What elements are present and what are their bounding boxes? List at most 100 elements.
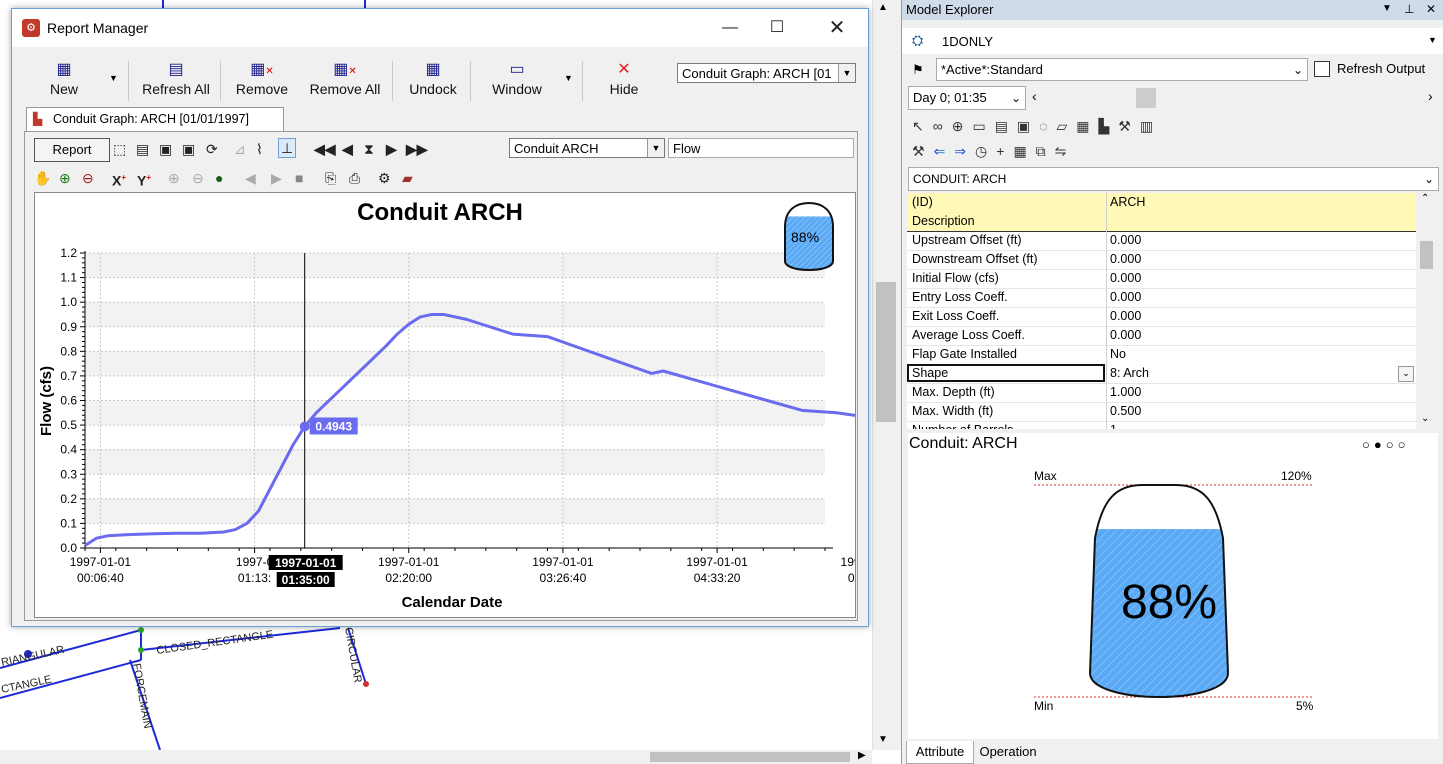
- maximize-button[interactable]: ☐: [754, 15, 800, 41]
- scroll-thumb[interactable]: [876, 282, 896, 422]
- new-button[interactable]: ▦ New: [42, 59, 86, 103]
- property-row[interactable]: Description: [907, 212, 1416, 232]
- chevron-down-icon[interactable]: ⌄: [1398, 366, 1414, 382]
- report-manager-window[interactable]: ⚙ Report Manager — ☐ ✕ ▦ New ▼ ▤ Refresh…: [11, 8, 965, 627]
- report-title-bar[interactable]: ⚙ Report Manager — ☐ ✕: [12, 9, 868, 47]
- hourglass-icon[interactable]: ⧗: [364, 140, 374, 158]
- property-row[interactable]: Downstream Offset (ft) 0.000: [907, 250, 1416, 270]
- property-value[interactable]: 0.500: [1110, 402, 1141, 420]
- previous-step-icon[interactable]: ◀: [342, 140, 353, 158]
- remove-all-button[interactable]: ▦✕ Remove All: [305, 59, 385, 103]
- zoom-in-icon[interactable]: ⊕: [59, 169, 71, 187]
- link-icon[interactable]: ∞: [933, 118, 952, 134]
- model-selector[interactable]: ⛭ 1DONLY ▼: [902, 28, 1443, 54]
- grid-icon[interactable]: ▦: [1013, 143, 1035, 159]
- property-row[interactable]: Number of Barrels 1: [907, 421, 1416, 429]
- property-row[interactable]: Entry Loss Coeff. 0.000: [907, 288, 1416, 308]
- open-folder-icon[interactable]: ▭: [972, 118, 994, 134]
- property-row[interactable]: Flap Gate Installed No: [907, 345, 1416, 365]
- property-row[interactable]: Average Loss Coeff. 0.000: [907, 326, 1416, 346]
- property-value[interactable]: 1.000: [1110, 383, 1141, 401]
- explorer-toolbar-1[interactable]: ↖∞⊕▭▤▣◌▱▦▙⚒▥: [912, 118, 1162, 135]
- x-axis-icon[interactable]: X+: [112, 169, 126, 190]
- tab-operation[interactable]: Operation: [974, 741, 1042, 763]
- scroll-thumb[interactable]: [650, 752, 850, 762]
- explorer-toolbar-2[interactable]: ⚒⇐⇒◷+▦⧉⇋: [912, 143, 1075, 160]
- zoom-out-icon[interactable]: ⊖: [82, 169, 94, 187]
- book-icon[interactable]: ▰: [402, 169, 413, 187]
- object-select[interactable]: Conduit ARCH ▼: [509, 138, 665, 158]
- time-slider-thumb[interactable]: [1136, 88, 1156, 108]
- scroll-down-icon[interactable]: ▼: [878, 734, 888, 745]
- property-value[interactable]: 0.000: [1110, 288, 1141, 306]
- property-value[interactable]: 0.000: [1110, 269, 1141, 287]
- hide-button[interactable]: ✕ Hide: [598, 59, 650, 103]
- statistics-icon[interactable]: ⌇: [256, 140, 263, 158]
- model-explorer-title-bar[interactable]: Model Explorer ▼ ⊥ ✕: [902, 0, 1443, 20]
- report-select[interactable]: Conduit Graph: ARCH [01 ▼: [677, 63, 856, 83]
- scroll-thumb[interactable]: [1420, 241, 1433, 269]
- add-id-icon[interactable]: +: [996, 143, 1013, 159]
- time-slider[interactable]: [1048, 88, 1420, 108]
- zoom-in-disabled-icon[interactable]: ⊕: [168, 169, 180, 187]
- tools-icon[interactable]: ⚒: [1118, 118, 1140, 134]
- map-node[interactable]: [138, 627, 144, 633]
- save-icon[interactable]: ▣: [1017, 118, 1039, 134]
- scroll-up-icon[interactable]: ⌃: [1421, 193, 1429, 204]
- property-row[interactable]: Max. Width (ft) 0.500: [907, 402, 1416, 422]
- close-button[interactable]: ✕: [814, 15, 860, 41]
- next-step-icon[interactable]: ▶: [386, 140, 397, 158]
- undock-button[interactable]: ▦ Undock: [402, 59, 464, 103]
- flow-chart[interactable]: 0.0 0.1 0.2 0.3 0.4 0.5 0.6 0.7 0.8 0.9 1.0 1.1 1.2 1…: [35, 193, 965, 617]
- layers-icon[interactable]: ▥: [1140, 118, 1162, 134]
- zoom-out-disabled-icon[interactable]: ⊖: [192, 169, 204, 187]
- history-icon[interactable]: ◷: [975, 143, 996, 159]
- print-icon[interactable]: ⎙: [349, 169, 360, 187]
- property-row[interactable]: Max. Depth (ft) 1.000: [907, 383, 1416, 403]
- refresh-all-button[interactable]: ▤ Refresh All: [138, 59, 214, 103]
- property-value[interactable]: 0.000: [1110, 326, 1141, 344]
- property-row[interactable]: Shape 8: Arch ⌄: [907, 364, 1416, 384]
- panel-menu-icon[interactable]: ▼: [1382, 3, 1392, 14]
- property-value[interactable]: 1: [1110, 421, 1117, 429]
- save-icon[interactable]: ▣: [159, 140, 172, 158]
- arrow-left-icon[interactable]: ⇐: [934, 143, 955, 159]
- property-value[interactable]: No: [1110, 345, 1126, 363]
- link-objects-icon[interactable]: ⧉: [1036, 143, 1055, 159]
- close-icon[interactable]: ✕: [1426, 2, 1436, 16]
- y-axis-icon[interactable]: Y+: [137, 169, 151, 190]
- property-value[interactable]: 8: Arch: [1110, 364, 1149, 382]
- scroll-down-icon[interactable]: ⌄: [1421, 413, 1429, 424]
- window-dropdown-icon[interactable]: ▼: [564, 73, 573, 83]
- new-dropdown-icon[interactable]: ▼: [109, 73, 118, 83]
- minimize-button[interactable]: —: [707, 15, 753, 41]
- property-row[interactable]: Exit Loss Coeff. 0.000: [907, 307, 1416, 327]
- property-grid[interactable]: (ID) ARCH Description Upstream Offset (ft) 0…: [907, 193, 1416, 429]
- time-forward-icon[interactable]: ›: [1428, 88, 1433, 104]
- hammer-icon[interactable]: ⚒: [912, 143, 934, 159]
- zoom-icon[interactable]: ⊕: [952, 118, 973, 134]
- previous-disabled-icon[interactable]: ◀: [245, 169, 256, 187]
- options-icon[interactable]: ⚙: [378, 169, 391, 187]
- pan-hand-icon[interactable]: ✋: [34, 169, 51, 187]
- stop-icon[interactable]: ■: [295, 169, 303, 187]
- remove-button[interactable]: ▦✕ Remove: [230, 59, 294, 103]
- refresh-output-checkbox[interactable]: [1314, 61, 1330, 77]
- tab-conduit-graph[interactable]: ▙ Conduit Graph: ARCH [01/01/1997]: [26, 107, 284, 132]
- scenario-select[interactable]: *Active*:Standard ⌄: [936, 58, 1308, 81]
- property-row[interactable]: (ID) ARCH: [907, 193, 1416, 213]
- select-icon[interactable]: ↖: [912, 118, 933, 134]
- property-value[interactable]: 0.000: [1110, 250, 1141, 268]
- map-node[interactable]: [363, 681, 369, 687]
- connect-icon[interactable]: ⇋: [1055, 143, 1076, 159]
- first-step-icon[interactable]: ◀◀: [314, 140, 336, 158]
- map-vertical-scrollbar[interactable]: ▲ ▼: [872, 0, 901, 750]
- property-value[interactable]: 0.000: [1110, 307, 1141, 325]
- refresh-icon[interactable]: ⟳: [206, 140, 218, 158]
- property-value[interactable]: ARCH: [1110, 193, 1145, 211]
- next-disabled-icon[interactable]: ▶: [271, 169, 282, 187]
- new-file-icon[interactable]: ▤: [995, 118, 1017, 134]
- time-select[interactable]: Day 0; 01:35 ⌄: [908, 86, 1026, 110]
- property-grid-scrollbar[interactable]: ⌃ ⌄: [1418, 193, 1435, 429]
- layer-icon[interactable]: ◌: [1039, 118, 1056, 134]
